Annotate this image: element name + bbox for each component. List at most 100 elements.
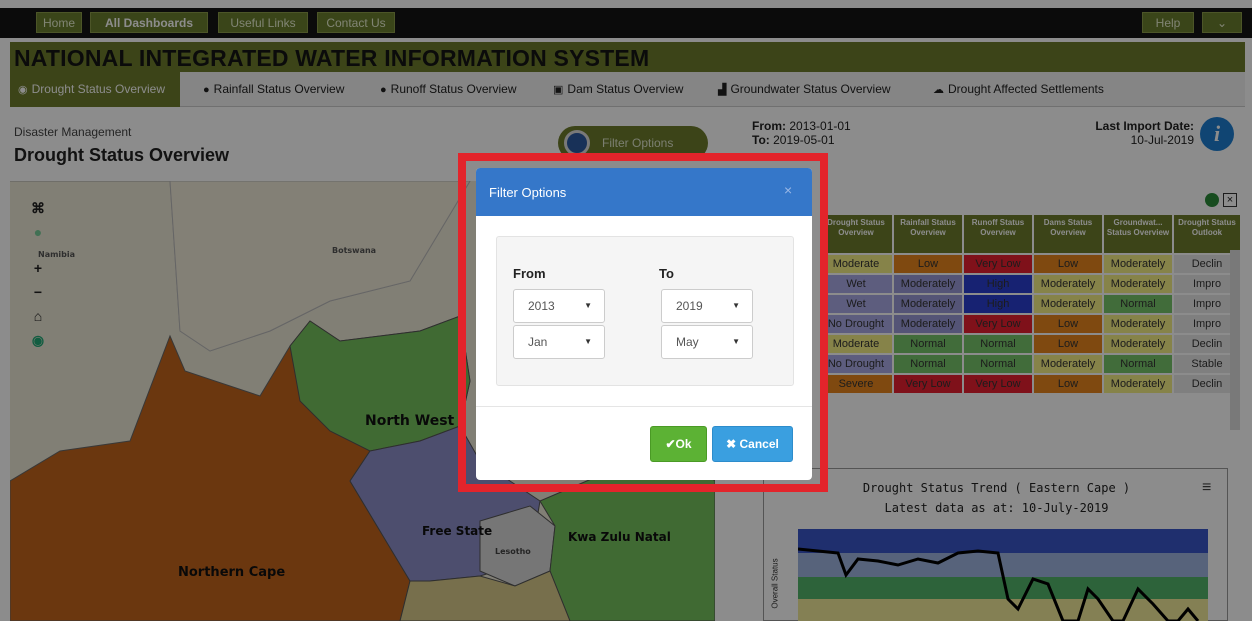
- filter-options-dialog: Filter Options × From To 2013 ▼ Jan ▼ 2019…: [476, 168, 812, 480]
- from-month-select[interactable]: Jan ▼: [513, 325, 605, 359]
- tab-bar: ◉ Drought Status Overview ● Rainfall Statu…: [10, 72, 1245, 107]
- drought-trend-chart: Drought Status Trend ( Eastern Cape ) La…: [763, 468, 1228, 621]
- globe-icon[interactable]: ◉: [22, 332, 54, 349]
- table-cell: Normal: [1104, 295, 1172, 313]
- table-cell: Moderately: [1034, 275, 1102, 293]
- breadcrumb: Disaster Management: [14, 125, 132, 139]
- from-date: 2013-01-01: [789, 119, 851, 133]
- ok-label: Ok: [675, 437, 692, 451]
- from-year-select[interactable]: 2013 ▼: [513, 289, 605, 323]
- bar-chart-icon: ▟: [718, 84, 727, 96]
- fullscreen-icon[interactable]: ⌘: [22, 200, 54, 217]
- table-scrollbar[interactable]: [1230, 250, 1240, 430]
- table-cell: Moderately: [1034, 355, 1102, 373]
- tab-groundwater-status-overview[interactable]: ▟ Groundwater Status Overview: [710, 72, 908, 107]
- menu-icon[interactable]: ≡: [1202, 479, 1211, 497]
- table-cell: High: [964, 275, 1032, 293]
- close-icon[interactable]: ×: [1223, 193, 1237, 207]
- caret-down-icon: ▼: [584, 337, 592, 346]
- info-icon[interactable]: i: [1200, 117, 1234, 151]
- botswana-region: [169, 181, 471, 352]
- page-title: Drought Status Overview: [14, 145, 230, 165]
- zoom-out-icon[interactable]: −: [22, 284, 54, 300]
- dialog-header: Filter Options ×: [476, 168, 812, 216]
- ok-button[interactable]: ✔Ok: [650, 426, 707, 462]
- help-link[interactable]: Help: [1142, 12, 1194, 33]
- cancel-button[interactable]: ✖ Cancel: [712, 426, 793, 462]
- home-link[interactable]: Home: [36, 12, 82, 33]
- from-year-value: 2013: [528, 299, 555, 313]
- north-west-label: North West: [365, 413, 455, 429]
- table-header: Drought Status Outlook: [1174, 215, 1240, 253]
- chevron-down-icon[interactable]: ⌄: [1202, 12, 1242, 33]
- useful-links-link[interactable]: Useful Links: [218, 12, 308, 33]
- table-cell: Moderately: [1104, 335, 1172, 353]
- from-label: From:: [752, 119, 786, 133]
- table-cell: Very Low: [964, 375, 1032, 393]
- table-header: Drought Status Overview: [820, 215, 892, 253]
- tab-runoff-status-overview[interactable]: ● Runoff Status Overview: [372, 72, 542, 107]
- dam-icon: ▣: [553, 84, 564, 96]
- tab-label: Runoff Status Overview: [390, 82, 517, 96]
- contact-us-link[interactable]: Contact Us: [317, 12, 395, 33]
- table-cell: Very Low: [964, 315, 1032, 333]
- last-import-date: 10-Jul-2019: [1130, 133, 1194, 147]
- table-cell: Moderately: [894, 275, 962, 293]
- table-cell: Moderate: [820, 255, 892, 273]
- tab-drought-status-overview[interactable]: ◉ Drought Status Overview: [10, 72, 180, 107]
- globe-icon: ◉: [18, 84, 28, 96]
- table-cell: Normal: [894, 335, 962, 353]
- table-cell: Low: [1034, 315, 1102, 333]
- table-header: Rainfall Status Overview: [894, 215, 962, 253]
- table-cell: Low: [1034, 375, 1102, 393]
- table-cell: Moderately: [1104, 375, 1172, 393]
- app-title: NATIONAL INTEGRATED WATER INFORMATION SY…: [14, 45, 650, 71]
- zoom-in-icon[interactable]: +: [22, 260, 54, 276]
- table-cell: Normal: [964, 355, 1032, 373]
- table-cell: Normal: [894, 355, 962, 373]
- all-dashboards-link[interactable]: All Dashboards: [90, 12, 208, 33]
- last-import: Last Import Date: 10-Jul-2019: [1080, 119, 1194, 147]
- dialog-title: Filter Options: [489, 185, 567, 200]
- table-cell: Low: [1034, 335, 1102, 353]
- caret-down-icon: ▼: [584, 301, 592, 310]
- pin-icon[interactable]: ●: [22, 224, 54, 240]
- tab-label: Rainfall Status Overview: [213, 82, 345, 96]
- table-cell: Normal: [1104, 355, 1172, 373]
- droplet-icon: ●: [203, 84, 210, 96]
- top-navigation: Home All Dashboards Useful Links Contact…: [0, 0, 1252, 42]
- trend-plot: [798, 529, 1208, 621]
- tab-dam-status-overview[interactable]: ▣ Dam Status Overview: [545, 72, 695, 107]
- caret-down-icon: ▼: [732, 301, 740, 310]
- table-cell: Moderately: [1104, 315, 1172, 333]
- table-cell: Normal: [964, 335, 1032, 353]
- table-header: Groundwat... Status Overview: [1104, 215, 1172, 253]
- home-icon[interactable]: ⌂: [22, 308, 54, 324]
- table-cell: Very Low: [894, 375, 962, 393]
- free-state-label: Free State: [422, 524, 492, 538]
- to-month-value: May: [676, 335, 699, 349]
- app-title-bar: NATIONAL INTEGRATED WATER INFORMATION SY…: [10, 42, 1245, 72]
- close-icon[interactable]: ×: [784, 182, 792, 198]
- cloud-icon: ☁: [933, 84, 944, 96]
- table-cell: Low: [1034, 255, 1102, 273]
- table-cell: Moderately: [1104, 255, 1172, 273]
- to-year-select[interactable]: 2019 ▼: [661, 289, 753, 323]
- botswana-label: Botswana: [332, 246, 376, 255]
- to-month-select[interactable]: May ▼: [661, 325, 753, 359]
- tab-label: Drought Affected Settlements: [948, 82, 1104, 96]
- table-cell: Moderately: [1034, 295, 1102, 313]
- table-cell: Moderately: [894, 315, 962, 333]
- table-cell: Low: [894, 255, 962, 273]
- dialog-footer-divider: [476, 406, 812, 407]
- globe-icon[interactable]: [1205, 193, 1219, 207]
- table-header: Runoff Status Overview: [964, 215, 1032, 253]
- to-label: To: [659, 266, 674, 281]
- tab-rainfall-status-overview[interactable]: ● Rainfall Status Overview: [195, 72, 360, 107]
- circle-icon: ●: [380, 84, 387, 96]
- date-range: From: 2013-01-01 To: 2019-05-01: [752, 119, 851, 147]
- band-wet: [798, 529, 1208, 553]
- tab-drought-affected-settlements[interactable]: ☁ Drought Affected Settlements: [925, 72, 1115, 107]
- table-cell: Wet: [820, 275, 892, 293]
- table-cell: Wet: [820, 295, 892, 313]
